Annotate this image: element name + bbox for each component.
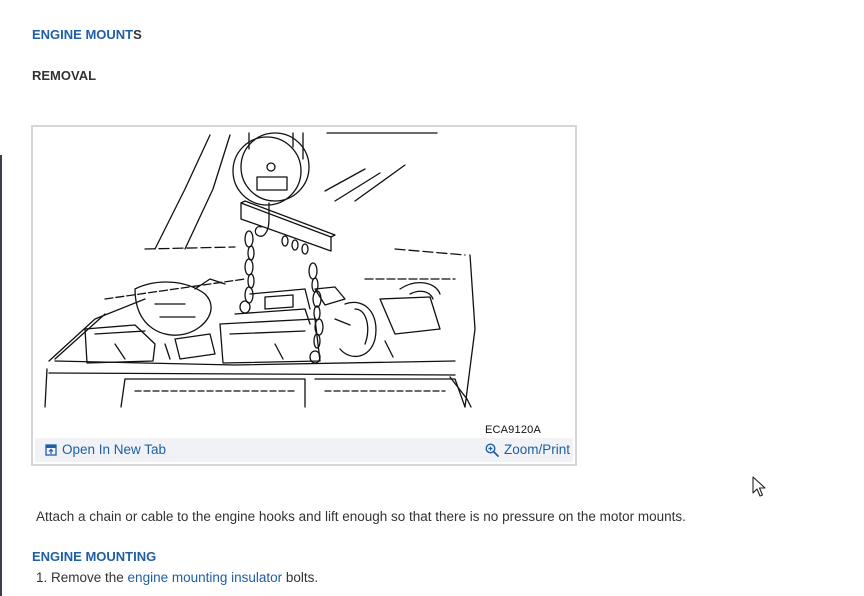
left-edge-bar bbox=[0, 155, 2, 596]
section-subtitle: REMOVAL bbox=[32, 68, 97, 83]
step-suffix: bolts. bbox=[282, 570, 319, 585]
zoom-print-label: Zoom/Print bbox=[503, 442, 570, 457]
instruction-text: Attach a chain or cable to the engine ho… bbox=[36, 509, 686, 524]
figure-container: ECA9120A Open In New Tab Zoom/Print bbox=[31, 125, 577, 466]
mouse-cursor-icon bbox=[752, 476, 766, 497]
engine-hoist-illustration[interactable] bbox=[35, 129, 575, 441]
zoom-icon bbox=[485, 442, 499, 457]
step-prefix: 1. Remove the bbox=[36, 570, 128, 585]
section-title-main: ENGINE MOUNT bbox=[32, 27, 134, 42]
open-in-new-tab-label: Open In New Tab bbox=[62, 442, 167, 457]
figure-caption: ECA9120A bbox=[484, 424, 541, 436]
section-title-tail: S bbox=[133, 27, 142, 42]
figure-toolbar: Open In New Tab Zoom/Print bbox=[35, 438, 573, 462]
open-in-new-tab-icon bbox=[45, 443, 57, 456]
step-item: 1. Remove the engine mounting insulator … bbox=[36, 570, 318, 585]
zoom-print-link[interactable]: Zoom/Print bbox=[485, 442, 570, 457]
open-in-new-tab-link[interactable]: Open In New Tab bbox=[45, 442, 166, 457]
engine-mounting-insulator-link[interactable]: engine mounting insulator bbox=[128, 570, 283, 585]
engine-mounting-heading[interactable]: ENGINE MOUNTING bbox=[32, 549, 156, 564]
section-title[interactable]: ENGINE MOUNTS bbox=[32, 27, 142, 42]
